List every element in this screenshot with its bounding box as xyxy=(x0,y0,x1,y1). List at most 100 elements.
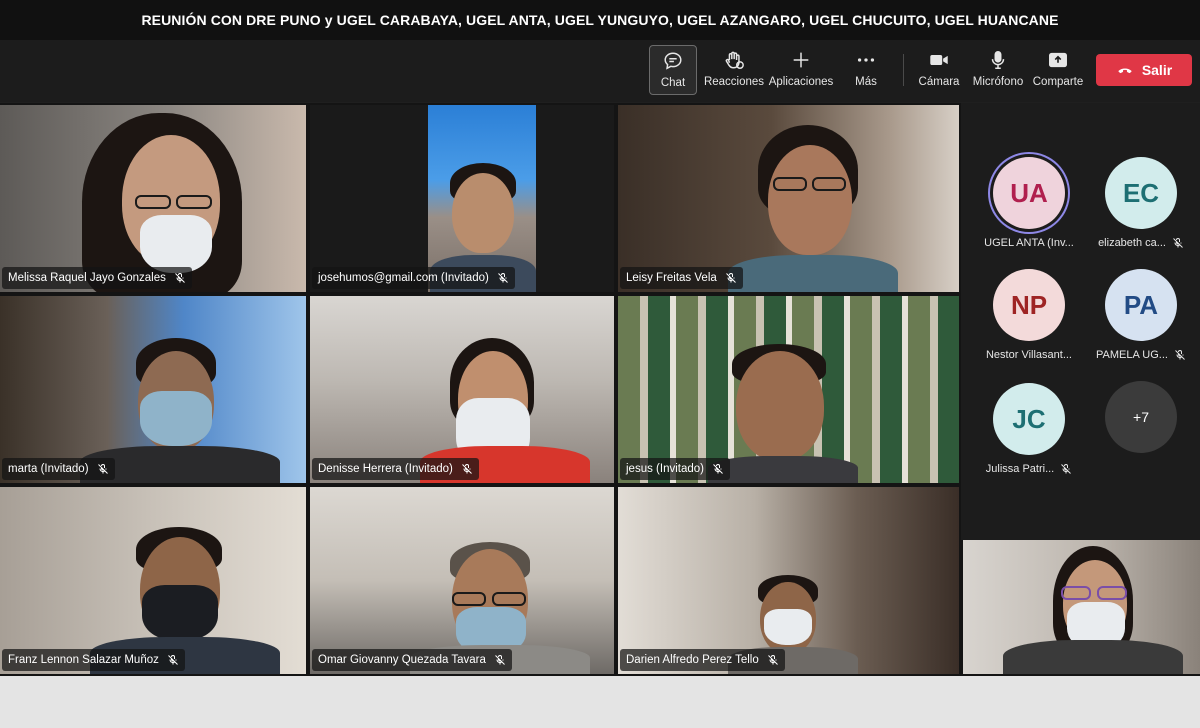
video-tile[interactable]: Omar Giovanny Quezada Tavara xyxy=(310,487,614,674)
chat-icon xyxy=(664,52,682,70)
avatar: PA xyxy=(1105,269,1177,341)
avatar-item[interactable]: UA UGEL ANTA (Inv... xyxy=(974,157,1084,249)
avatar-item[interactable]: EC elizabeth ca... xyxy=(1086,157,1196,249)
meeting-toolbar: Chat Reacciones Aplicaciones Más Cámara … xyxy=(0,40,1200,102)
camera-icon xyxy=(930,54,948,66)
participant-name: Melissa Raquel Jayo Gonzales xyxy=(8,272,166,284)
participant-name-tag: jesus (Invitado) xyxy=(620,458,730,480)
camera-button[interactable]: Cámara xyxy=(917,45,961,95)
mic-muted-icon xyxy=(462,464,472,474)
reactions-label: Reacciones xyxy=(703,76,765,88)
participant-name: Leisy Freitas Vela xyxy=(626,272,717,284)
more-dots-icon xyxy=(857,58,875,62)
participant-name: Darien Alfredo Perez Tello xyxy=(626,654,759,666)
participant-name: jesus (Invitado) xyxy=(626,463,704,475)
face-mask xyxy=(142,585,218,641)
participant-name-tag: Darien Alfredo Perez Tello xyxy=(620,649,785,671)
glasses xyxy=(1061,586,1091,600)
mic-muted-icon xyxy=(1173,238,1183,248)
participant-name-tag: josehumos@gmail.com (Invitado) xyxy=(312,267,515,289)
meeting-title: REUNIÓN CON DRE PUNO y UGEL CARABAYA, UG… xyxy=(141,12,1059,28)
face-mask xyxy=(764,609,812,645)
mic-muted-icon xyxy=(1061,464,1072,474)
participant-name: marta (Invitado) xyxy=(8,463,89,475)
share-screen-icon xyxy=(1049,52,1067,68)
video-tile[interactable]: josehumos@gmail.com (Invitado) xyxy=(310,105,614,292)
face-mask xyxy=(140,215,212,273)
chat-button[interactable]: Chat xyxy=(649,45,697,95)
mic-muted-icon xyxy=(168,655,178,665)
avatar: UA xyxy=(993,157,1065,229)
bottom-margin xyxy=(0,676,1200,728)
mic-muted-icon xyxy=(497,273,508,283)
meeting-title-bar: REUNIÓN CON DRE PUNO y UGEL CARABAYA, UG… xyxy=(0,0,1200,40)
reactions-hand-icon xyxy=(725,51,744,69)
video-tile[interactable]: Denisse Herrera (Invitado) xyxy=(310,296,614,483)
glasses xyxy=(492,592,526,606)
toolbar-divider xyxy=(903,54,904,86)
participant-name: josehumos@gmail.com (Invitado) xyxy=(318,272,489,284)
overflow-count: +7 xyxy=(1105,381,1177,453)
participant-name: Omar Giovanny Quezada Tavara xyxy=(318,654,486,666)
camera-label: Cámara xyxy=(918,76,960,88)
leave-label: Salir xyxy=(1141,62,1173,78)
microphone-button[interactable]: Micrófono xyxy=(970,45,1026,95)
glasses xyxy=(1097,586,1127,600)
glasses xyxy=(812,177,846,191)
participant-name-tag: Melissa Raquel Jayo Gonzales xyxy=(2,267,192,289)
participant-name: Franz Lennon Salazar Muñoz xyxy=(8,654,159,666)
participant-face xyxy=(736,351,824,461)
participant-name-tag: marta (Invitado) xyxy=(2,458,115,480)
glasses xyxy=(773,177,807,191)
plus-icon xyxy=(793,52,809,68)
share-button[interactable]: Comparte xyxy=(1031,45,1085,95)
mic-muted-icon xyxy=(725,273,736,283)
video-tile[interactable]: jesus (Invitado) xyxy=(618,296,959,483)
hang-up-icon xyxy=(1118,68,1132,74)
participant-body xyxy=(728,255,898,292)
avatar-label: Julissa Patri... xyxy=(985,463,1055,475)
apps-button[interactable]: Aplicaciones xyxy=(769,45,833,95)
more-button[interactable]: Más xyxy=(848,45,884,95)
participant-name-tag: Omar Giovanny Quezada Tavara xyxy=(312,649,512,671)
mic-muted-icon xyxy=(495,655,505,665)
overflow-participants-button[interactable]: +7 xyxy=(1086,381,1196,453)
video-tile[interactable]: Franz Lennon Salazar Muñoz xyxy=(0,487,306,674)
glasses xyxy=(135,195,171,209)
share-label: Comparte xyxy=(1032,76,1084,88)
mic-muted-icon xyxy=(767,655,778,665)
microphone-label: Micrófono xyxy=(972,76,1024,88)
reactions-button[interactable]: Reacciones xyxy=(704,45,764,95)
microphone-icon xyxy=(991,51,1005,69)
video-tile[interactable]: marta (Invitado) xyxy=(0,296,306,483)
glasses xyxy=(452,592,486,606)
avatar-item[interactable]: NP Nestor Villasant... xyxy=(974,269,1084,361)
avatar-label: UGEL ANTA (Inv... xyxy=(984,237,1074,249)
avatar: EC xyxy=(1105,157,1177,229)
video-tile[interactable]: Darien Alfredo Perez Tello xyxy=(618,487,959,674)
participant-face xyxy=(452,173,514,253)
participant-name-tag: Denisse Herrera (Invitado) xyxy=(312,458,479,480)
face-mask xyxy=(140,391,212,446)
more-label: Más xyxy=(855,76,877,88)
avatar-item[interactable]: JC Julissa Patri... xyxy=(974,383,1084,475)
avatar-label: PAMELA UG... xyxy=(1096,349,1168,361)
participant-name: Denisse Herrera (Invitado) xyxy=(318,463,453,475)
participant-body xyxy=(1003,640,1183,674)
video-tile[interactable]: Leisy Freitas Vela xyxy=(618,105,959,292)
mic-muted-icon xyxy=(97,464,108,474)
video-tile[interactable]: Melissa Raquel Jayo Gonzales xyxy=(0,105,306,292)
participant-body xyxy=(708,456,858,483)
participant-face xyxy=(768,145,852,255)
glasses xyxy=(176,195,212,209)
avatar-item[interactable]: PA PAMELA UG... xyxy=(1086,269,1196,361)
avatar: NP xyxy=(993,269,1065,341)
apps-label: Aplicaciones xyxy=(768,76,834,88)
chat-label: Chat xyxy=(660,77,686,89)
avatar: JC xyxy=(993,383,1065,455)
mic-muted-icon xyxy=(1175,350,1185,360)
self-view-tile[interactable] xyxy=(963,540,1200,674)
leave-button[interactable]: Salir xyxy=(1096,54,1192,86)
avatar-label: Nestor Villasant... xyxy=(985,349,1072,361)
mic-muted-icon xyxy=(175,273,185,283)
